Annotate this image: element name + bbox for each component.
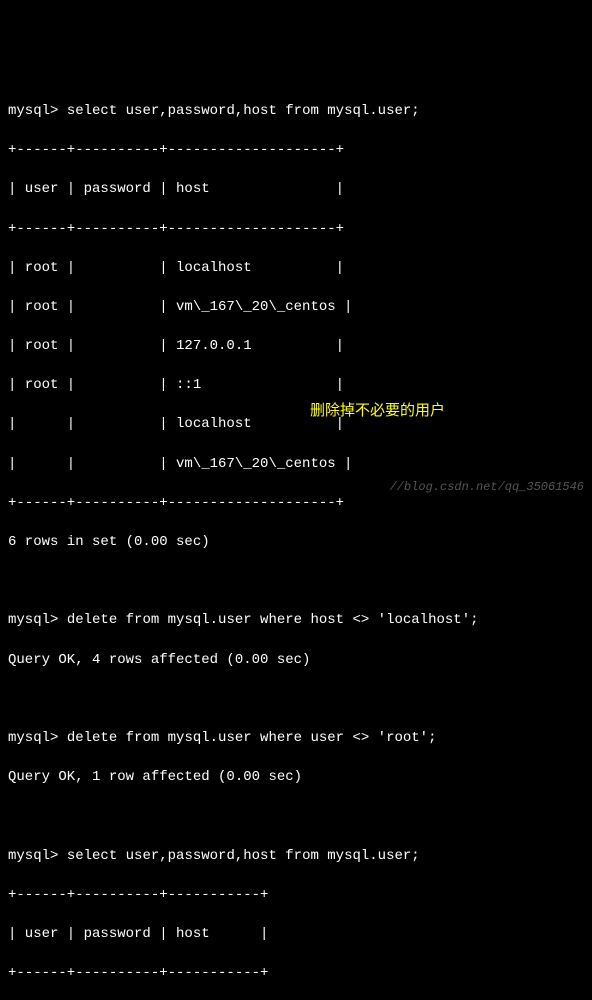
table-header: | user | password | host | — [8, 925, 584, 945]
table-row: | root | | localhost | — [8, 259, 584, 279]
table-row: | | | localhost | — [8, 415, 584, 435]
query-line: mysql> delete from mysql.user where host… — [8, 611, 584, 631]
watermark-text: //blog.csdn.net/qq_35061546 — [390, 479, 584, 496]
terminal-output: mysql> select user,password,host from my… — [8, 82, 584, 1000]
table-header: | user | password | host | — [8, 180, 584, 200]
blank-line — [8, 807, 584, 827]
table-border: +------+----------+-----------+ — [8, 964, 584, 984]
query-line: mysql> select user,password,host from my… — [8, 847, 584, 867]
result-line: Query OK, 4 rows affected (0.00 sec) — [8, 651, 584, 671]
table-border: +------+----------+--------------------+ — [8, 141, 584, 161]
query-line: mysql> delete from mysql.user where user… — [8, 729, 584, 749]
result-line: Query OK, 1 row affected (0.00 sec) — [8, 768, 584, 788]
table-row: | | | vm\_167\_20\_centos | — [8, 455, 584, 475]
table-row: | root | | vm\_167\_20\_centos | — [8, 298, 584, 318]
annotation-text: 删除掉不必要的用户 — [310, 400, 445, 421]
table-row: | root | | 127.0.0.1 | — [8, 337, 584, 357]
table-border: +------+----------+-----------+ — [8, 886, 584, 906]
table-row: | root | | ::1 | — [8, 376, 584, 396]
blank-line — [8, 572, 584, 592]
blank-line — [8, 690, 584, 710]
table-border: +------+----------+--------------------+ — [8, 494, 584, 514]
table-border: +------+----------+--------------------+ — [8, 220, 584, 240]
result-summary: 6 rows in set (0.00 sec) — [8, 533, 584, 553]
query-line: mysql> select user,password,host from my… — [8, 102, 584, 122]
